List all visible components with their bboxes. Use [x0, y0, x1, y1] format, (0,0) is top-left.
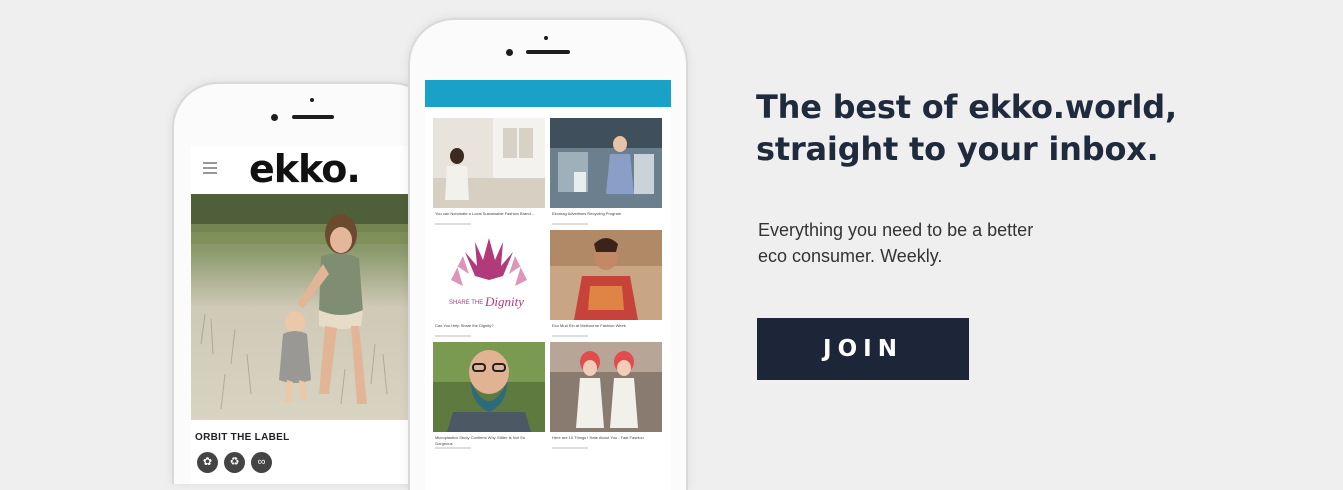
- article-image: [433, 118, 545, 208]
- phone-screen-right: You can Nominate a Local Sustainable Fas…: [425, 80, 671, 490]
- article-meta: [435, 223, 471, 225]
- article-card[interactable]: SHARE THE Dignity Can You Help Share the…: [433, 230, 545, 337]
- article-caption: Microplastics Study Confirms Why Glitter…: [435, 435, 526, 446]
- subline-line-2: eco consumer. Weekly.: [758, 246, 943, 266]
- phone-screen-left: ekko. ORBIT THE LABEL ✿ ♻ ∞: [191, 146, 409, 484]
- subline-line-1: Everything you need to be a better: [758, 220, 1034, 240]
- phone-camera: [271, 114, 278, 121]
- ekko-logo: ekko.: [249, 147, 361, 191]
- headline-line-2: straight to your inbox.: [756, 130, 1159, 168]
- article-caption: Ekomag Advertises Recycling Program: [552, 211, 622, 216]
- phone-sensor: [310, 98, 314, 102]
- article-card[interactable]: You can Nominate a Local Sustainable Fas…: [433, 118, 545, 225]
- article-meta: [552, 335, 588, 337]
- phone-speaker: [292, 115, 334, 119]
- article-caption: Can You Help Share the Dignity?: [435, 323, 494, 328]
- art-text: Dignity: [484, 294, 524, 309]
- article-image: SHARE THE Dignity: [433, 230, 545, 320]
- article-meta: [435, 447, 471, 449]
- art-prefix: SHARE THE: [449, 300, 483, 306]
- phone-sensor: [544, 36, 548, 40]
- article-meta: [435, 335, 471, 337]
- phone-mockup-right: You can Nominate a Local Sustainable Fas…: [408, 18, 688, 490]
- article-card[interactable]: Eco Mud Ein at Melbourne Fashion Week: [550, 230, 662, 337]
- phone-camera: [506, 49, 513, 56]
- article-card[interactable]: Microplastics Study Confirms Why Glitter…: [433, 342, 545, 449]
- article-meta: [552, 223, 588, 225]
- article-card[interactable]: Ekomag Advertises Recycling Program: [550, 118, 662, 225]
- app-header: ekko.: [191, 146, 409, 192]
- banner-headline: The best of ekko.world, straight to your…: [756, 86, 1276, 170]
- article-image: [433, 342, 545, 432]
- article-image: [550, 118, 662, 208]
- article-caption: You can Nominate a Local Sustainable Fas…: [435, 211, 535, 216]
- article-meta: [552, 447, 588, 449]
- article-caption: Eco Mud Ein at Melbourne Fashion Week: [552, 323, 626, 328]
- hero-photo-mother-child-beach: [191, 194, 409, 420]
- join-button[interactable]: JOIN: [757, 318, 969, 380]
- site-header-bar: [425, 80, 671, 107]
- article-card[interactable]: Here are 10 Things I Hate About You - Fa…: [550, 342, 662, 449]
- hamburger-menu-icon: [203, 162, 217, 174]
- headline-line-1: The best of ekko.world,: [756, 88, 1177, 126]
- article-image: [550, 230, 662, 320]
- article-image: [550, 342, 662, 432]
- brand-label: ORBIT THE LABEL: [195, 432, 290, 443]
- phone-speaker: [526, 50, 570, 54]
- article-caption: Here are 10 Things I Hate About You - Fa…: [552, 435, 644, 440]
- phone-mockup-left: ekko. ORBIT THE LABEL ✿ ♻ ∞: [172, 82, 438, 484]
- newsletter-banner: ekko. ORBIT THE LABEL ✿ ♻ ∞ You can Nomi…: [0, 0, 1343, 490]
- banner-subline: Everything you need to be a better eco c…: [758, 217, 1118, 269]
